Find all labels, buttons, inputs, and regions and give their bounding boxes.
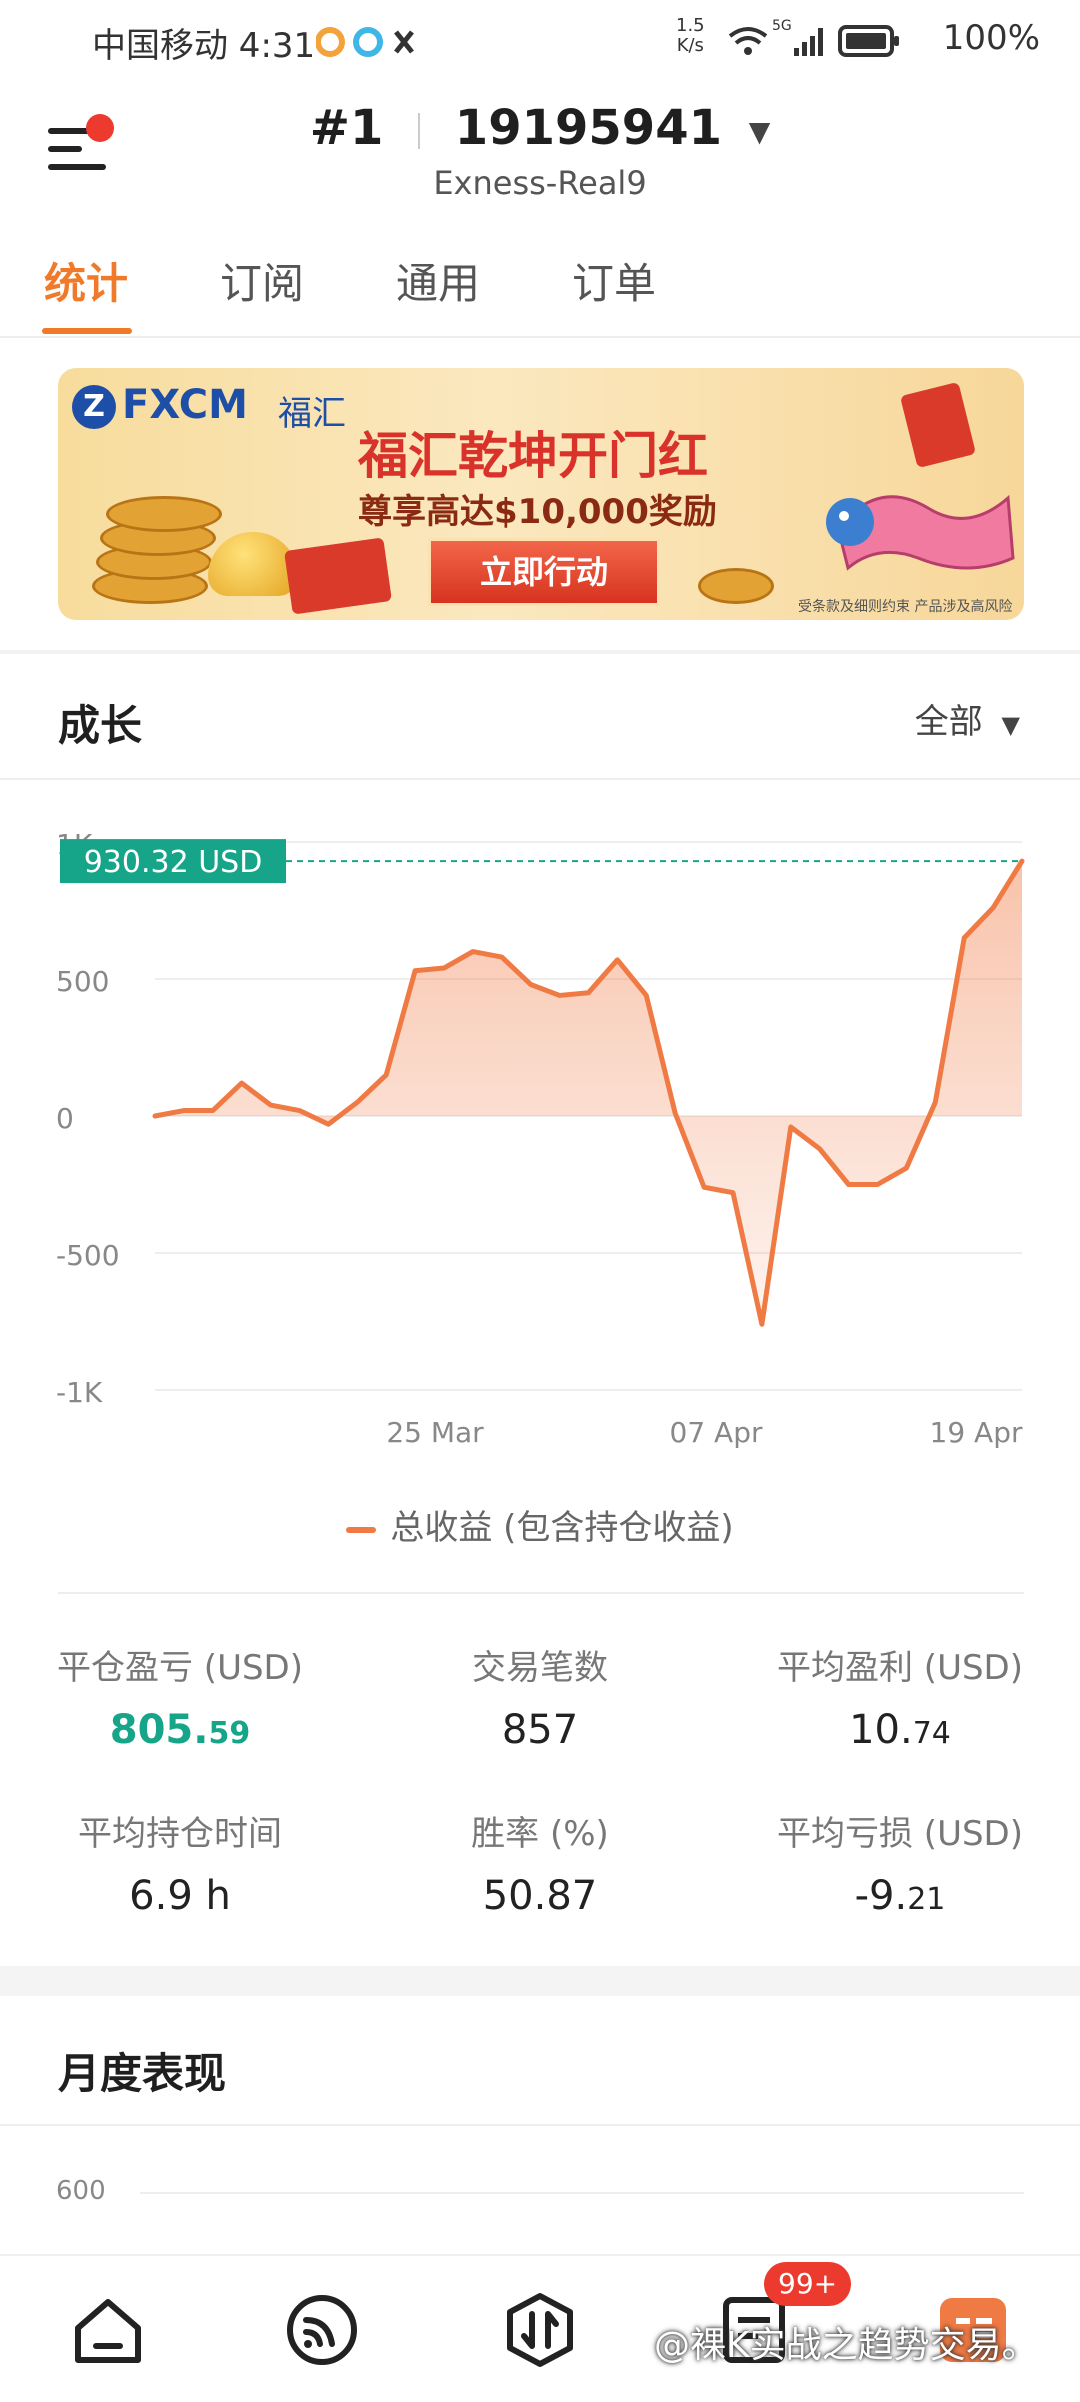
stat-label: 交易笔数: [360, 1640, 720, 1689]
stat-closed-pnl: 平仓盈亏 (USD) 805.59: [0, 1640, 360, 1753]
growth-chart-svg: 1K5000-500-1K25 Mar07 Apr19 Apr930.32 US…: [0, 790, 1080, 1470]
net-speed: 1.5 K/s: [676, 16, 705, 56]
app-notification-icons: [316, 24, 416, 60]
battery-icon: [838, 24, 898, 58]
red-envelope-image: [284, 537, 392, 614]
fxcm-cn-logo: 福汇: [278, 386, 346, 435]
chevron-down-icon: ▼: [749, 115, 771, 148]
stat-avg-hold-time: 平均持仓时间 6.9 h: [0, 1806, 360, 1919]
y-tick-label: 500: [56, 965, 109, 998]
x-tick-label: 25 Mar: [386, 1416, 484, 1449]
legend-swatch: [346, 1527, 376, 1533]
account-server: Exness-Real9: [0, 164, 1080, 202]
series-area: [155, 861, 1022, 1324]
watermark: @裸K实战之趋势交易。: [654, 2316, 1038, 2368]
banner-cta-button[interactable]: 立即行动: [428, 538, 660, 606]
fxcm-logo: ZFXCM: [72, 382, 248, 429]
divider: [418, 113, 420, 149]
period-filter-label: 全部: [915, 702, 983, 742]
home-icon[interactable]: [68, 2290, 148, 2370]
stat-value: 50.87: [360, 1873, 720, 1919]
fxcm-mark-icon: Z: [72, 385, 116, 429]
tab-bar: 统计 订阅 通用 订单: [0, 250, 1080, 338]
tab-stats[interactable]: 统计: [44, 250, 128, 311]
stat-label: 胜率 (%): [360, 1806, 720, 1855]
promo-banner[interactable]: ZFXCM 福汇 福汇乾坤开门红 尊享高达$10,000奖励 立即行动 受条款及…: [58, 368, 1024, 620]
legend-label: 总收益 (包含持仓收益): [390, 1508, 733, 1548]
current-value-label: 930.32 USD: [84, 845, 263, 880]
status-bar: 中国移动 4:31 1.5 K/s 5G 100%: [0, 0, 1080, 80]
section-divider: [0, 650, 1080, 654]
growth-title: 成长: [58, 692, 142, 753]
stat-label: 平仓盈亏 (USD): [0, 1640, 360, 1689]
stat-avg-profit: 平均盈利 (USD) 10.74: [720, 1640, 1080, 1753]
monthly-gridline: [140, 2192, 1024, 2194]
stat-value: 857: [360, 1707, 720, 1753]
active-tab-indicator: [42, 328, 132, 334]
y-tick-label: 0: [56, 1102, 74, 1135]
x-tick-label: 07 Apr: [670, 1416, 763, 1449]
section-divider: [58, 1592, 1024, 1594]
tab-orders[interactable]: 订单: [572, 250, 656, 311]
section-divider: [0, 778, 1080, 780]
x-tick-label: 19 Apr: [930, 1416, 1023, 1449]
tab-subscribe[interactable]: 订阅: [220, 250, 304, 311]
account-rank: #1: [310, 100, 384, 156]
carrier-time: 中国移动 4:31: [92, 18, 315, 67]
banner-fine-print: 受条款及细则约束 产品涉及高风险: [798, 596, 1012, 616]
tab-general[interactable]: 通用: [396, 250, 480, 311]
network-type: 5G: [772, 18, 792, 34]
battery-percent: 100%: [943, 18, 1040, 58]
stat-value: 10.74: [720, 1707, 1080, 1753]
gold-coin-image: [698, 568, 774, 604]
stat-trade-count: 交易笔数 857: [360, 1640, 720, 1753]
notification-badge: 99+: [764, 2262, 851, 2306]
stat-label: 平均持仓时间: [0, 1806, 360, 1855]
stat-value: 805.59: [0, 1707, 360, 1753]
stat-avg-loss: 平均亏损 (USD) -9.21: [720, 1806, 1080, 1919]
signal-feed-icon[interactable]: [282, 2290, 362, 2370]
chevron-down-icon: ▼: [1002, 711, 1020, 739]
chart-legend: 总收益 (包含持仓收益): [0, 1500, 1080, 1549]
monthly-title: 月度表现: [58, 2040, 226, 2101]
y-tick-label: -500: [56, 1239, 120, 1272]
monthly-y-tick: 600: [56, 2176, 106, 2206]
stat-label: 平均盈利 (USD): [720, 1640, 1080, 1689]
stat-win-rate: 胜率 (%) 50.87: [360, 1806, 720, 1919]
section-spacer: [0, 1966, 1080, 1996]
growth-chart[interactable]: 1K5000-500-1K25 Mar07 Apr19 Apr930.32 US…: [0, 790, 1080, 1470]
y-tick-label: -1K: [56, 1376, 103, 1409]
stat-value: 6.9 h: [0, 1873, 360, 1919]
gold-coins-image: [82, 478, 222, 608]
period-filter[interactable]: 全部 ▼: [915, 694, 1020, 743]
account-selector[interactable]: #1 19195941 ▼: [0, 100, 1080, 156]
banner-title: 福汇乾坤开门红: [358, 416, 708, 488]
trade-icon[interactable]: [500, 2290, 580, 2370]
stat-label: 平均亏损 (USD): [720, 1806, 1080, 1855]
section-divider: [0, 2124, 1080, 2126]
account-number: 19195941: [455, 100, 722, 156]
dragon-image: [798, 448, 1018, 598]
banner-subtitle: 尊享高达$10,000奖励: [358, 484, 717, 533]
stat-value: -9.21: [720, 1873, 1080, 1919]
